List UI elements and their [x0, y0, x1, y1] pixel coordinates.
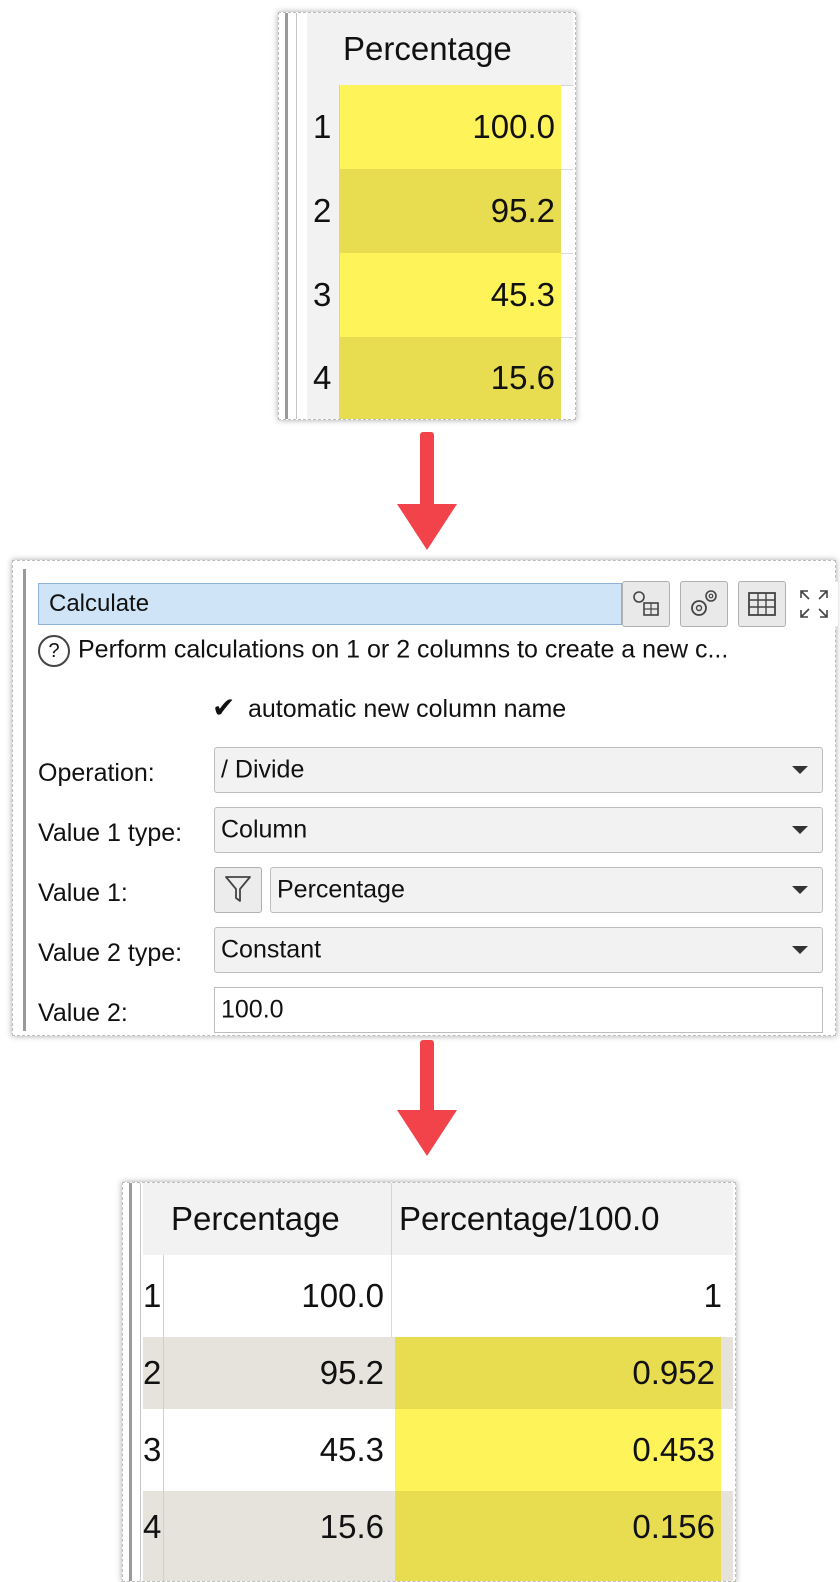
row-number-label: 3: [313, 276, 332, 313]
operation-select[interactable]: / Divide: [214, 747, 823, 793]
row-number: 4: [307, 337, 340, 419]
operation-value: / Divide: [221, 755, 305, 784]
column-header-percentage[interactable]: Percentage: [171, 1200, 340, 1238]
cell-result[interactable]: 0.156: [395, 1491, 721, 1581]
auto-name-checkbox-row[interactable]: ✔ automatic new column name: [212, 691, 566, 724]
help-icon[interactable]: ?: [38, 635, 70, 667]
row-number: 2: [143, 1337, 164, 1409]
table-row[interactable]: 1 100.0 1: [143, 1255, 733, 1338]
row-number-label: 1: [313, 108, 332, 145]
chevron-down-icon: [792, 826, 808, 834]
table-scroll-edge: [285, 13, 297, 419]
checkbox-checkmark-icon[interactable]: ✔: [212, 691, 240, 724]
table-row[interactable]: 3 45.3 0.453: [143, 1409, 733, 1492]
input-table: Percentage 1 100.0 2 95.2 3 45.3 4 15.6: [278, 12, 576, 420]
column-settings-icon: [633, 591, 659, 616]
row-number-label: 1: [143, 1277, 162, 1314]
value1-label: Value 1:: [38, 879, 128, 907]
calculate-panel: Calculate ? Perform calculations on 1 or…: [12, 560, 838, 1036]
maximize-button[interactable]: [790, 581, 838, 627]
table-row[interactable]: 4 15.6 0.156: [143, 1491, 733, 1581]
row-number-label: 3: [143, 1431, 162, 1468]
chevron-down-icon: [792, 946, 808, 954]
input-table-grid: Percentage 1 100.0 2 95.2 3 45.3 4 15.6: [307, 13, 573, 419]
down-arrow-icon: [397, 432, 457, 550]
value1-value: Percentage: [277, 875, 405, 904]
value1-type-select[interactable]: Column: [214, 807, 823, 853]
table-row[interactable]: 1 100.0: [307, 85, 573, 170]
cell-value: 95.2: [490, 192, 555, 229]
cell-value: 15.6: [490, 359, 555, 396]
cell-percentage[interactable]: 100.0: [340, 85, 561, 169]
down-arrow-icon: [397, 1040, 457, 1156]
row-number: 2: [307, 169, 340, 253]
chevron-down-icon: [792, 886, 808, 894]
table-row[interactable]: 2 95.2 0.952: [143, 1337, 733, 1410]
column-header-result[interactable]: Percentage/100.0: [399, 1200, 660, 1238]
cell-value: 1: [703, 1277, 722, 1314]
operation-label: Operation:: [38, 759, 155, 787]
cell-percentage[interactable]: 95.2: [340, 169, 561, 253]
cell-value: 0.156: [632, 1508, 715, 1545]
value1-type-label: Value 1 type:: [38, 819, 183, 847]
row-number: 4: [143, 1491, 164, 1581]
cell-percentage[interactable]: 15.6: [340, 337, 561, 419]
filter-icon: [225, 876, 251, 902]
cell-percentage[interactable]: 15.6: [164, 1491, 390, 1581]
row-number: 1: [307, 85, 340, 169]
cell-value: 0.453: [632, 1431, 715, 1468]
panel-title-bar[interactable]: Calculate: [38, 583, 622, 625]
value2-label: Value 2:: [38, 999, 128, 1027]
row-number: 1: [143, 1255, 164, 1337]
column-settings-button[interactable]: [622, 581, 670, 627]
output-table-grid: Percentage Percentage/100.0 1 100.0 1 2 …: [143, 1183, 733, 1581]
description-text: Perform calculations on 1 or 2 columns t…: [78, 635, 729, 664]
cell-value: 45.3: [319, 1431, 384, 1468]
value2-input[interactable]: 100.0: [214, 987, 823, 1033]
table-view-button[interactable]: [738, 581, 786, 627]
cell-value: 15.6: [319, 1508, 384, 1545]
row-number-label: 2: [313, 192, 332, 229]
cell-percentage[interactable]: 45.3: [164, 1409, 390, 1491]
value2-type-select[interactable]: Constant: [214, 927, 823, 973]
cell-result[interactable]: 0.453: [395, 1409, 721, 1491]
value1-select[interactable]: Percentage: [270, 867, 823, 913]
cell-value: 0.952: [632, 1354, 715, 1391]
value1-type-value: Column: [221, 815, 308, 844]
table-row[interactable]: 3 45.3: [307, 253, 573, 338]
table-row[interactable]: 4 15.6: [307, 337, 573, 419]
cell-percentage[interactable]: 95.2: [164, 1337, 390, 1409]
auto-name-label: automatic new column name: [248, 695, 567, 723]
table-icon: [748, 592, 776, 616]
table-row[interactable]: 2 95.2: [307, 169, 573, 254]
cell-percentage[interactable]: 45.3: [340, 253, 561, 337]
row-number-label: 4: [143, 1508, 162, 1545]
table-header-row: Percentage Percentage/100.0: [143, 1183, 733, 1256]
row-number-label: 2: [143, 1354, 162, 1391]
row-number: 3: [307, 253, 340, 337]
row-number-label: 4: [313, 359, 332, 396]
column-header-label: Percentage: [343, 30, 512, 67]
filter-button[interactable]: [214, 867, 262, 913]
description-row: ? Perform calculations on 1 or 2 columns …: [38, 635, 728, 667]
cell-result[interactable]: 1: [391, 1255, 728, 1337]
table-scroll-edge: [129, 1183, 141, 1581]
options-button[interactable]: [680, 581, 728, 627]
value2-value: 100.0: [221, 995, 284, 1024]
output-table: Percentage Percentage/100.0 1 100.0 1 2 …: [122, 1182, 736, 1582]
value2-type-value: Constant: [221, 935, 322, 964]
row-number: 3: [143, 1409, 164, 1491]
maximize-icon: [800, 590, 828, 618]
cell-value: 95.2: [319, 1354, 384, 1391]
panel-title: Calculate: [49, 590, 150, 617]
column-header-percentage[interactable]: Percentage: [307, 13, 573, 86]
value2-type-label: Value 2 type:: [38, 939, 183, 967]
chevron-down-icon: [792, 766, 808, 774]
cell-value: 45.3: [490, 276, 555, 313]
cell-percentage[interactable]: 100.0: [164, 1255, 390, 1337]
cell-value: 100.0: [301, 1277, 384, 1314]
gears-icon: [691, 590, 717, 616]
cell-value: 100.0: [472, 108, 555, 145]
cell-result[interactable]: 0.952: [395, 1337, 721, 1409]
